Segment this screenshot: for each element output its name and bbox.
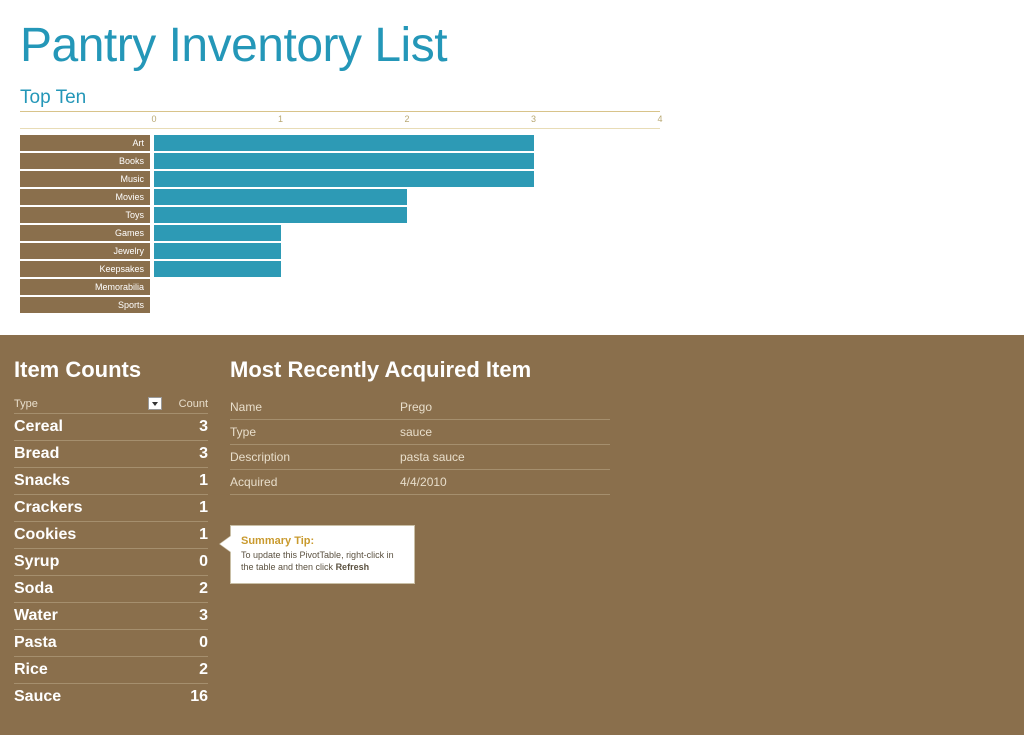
table-row: Syrup0 (14, 549, 208, 576)
axis-tick: 0 (151, 114, 156, 124)
chart-bar-label: Keepsakes (20, 261, 150, 277)
item-counts-section: Item Counts Type Count Cereal3Bread3Snac… (14, 357, 208, 710)
table-row: Bread3 (14, 441, 208, 468)
chart-bar-label: Memorabilia (20, 279, 150, 295)
detail-key: Description (230, 450, 400, 464)
chart-bar-fill (154, 243, 281, 259)
chart-bar-row: Art (20, 135, 660, 151)
chart-bar-row: Jewelry (20, 243, 660, 259)
tip-title: Summary Tip: (241, 534, 404, 549)
detail-row: Descriptionpasta sauce (230, 445, 610, 470)
item-type: Pasta (14, 634, 166, 652)
item-type: Syrup (14, 553, 166, 571)
item-count: 1 (166, 526, 208, 544)
axis-tick: 4 (657, 114, 662, 124)
col-header-count-label: Count (179, 398, 208, 410)
detail-row: Typesauce (230, 420, 610, 445)
axis-tick: 2 (404, 114, 409, 124)
chart-bar-row: Memorabilia (20, 279, 660, 295)
item-count: 1 (166, 472, 208, 490)
detail-row: Acquired4/4/2010 (230, 470, 610, 495)
chart-bar-label: Books (20, 153, 150, 169)
table-row: Rice2 (14, 657, 208, 684)
recent-item-heading: Most Recently Acquired Item (230, 357, 610, 383)
item-counts-header-row: Type Count (14, 395, 208, 414)
item-count: 0 (166, 634, 208, 652)
item-type: Crackers (14, 499, 166, 517)
item-type: Snacks (14, 472, 166, 490)
item-count: 3 (166, 607, 208, 625)
item-count: 3 (166, 445, 208, 463)
chart-axis: 0 1 2 3 4 (20, 114, 660, 129)
table-row: Crackers1 (14, 495, 208, 522)
table-row: Water3 (14, 603, 208, 630)
chart-bar-label: Games (20, 225, 150, 241)
chart-bar-fill (154, 207, 407, 223)
table-row: Soda2 (14, 576, 208, 603)
item-type: Cereal (14, 418, 166, 436)
chart-bar-row: Keepsakes (20, 261, 660, 277)
chart-bar-fill (154, 153, 534, 169)
chart-title: Top Ten (20, 87, 660, 112)
top-panel: Pantry Inventory List Top Ten 0 1 2 3 4 Art B… (0, 0, 1024, 335)
chart-bar-label: Movies (20, 189, 150, 205)
item-type: Soda (14, 580, 166, 598)
item-count: 16 (166, 688, 208, 706)
sort-dropdown-icon[interactable] (148, 397, 162, 410)
col-header-count: Count (166, 398, 208, 410)
chart-bar-row: Toys (20, 207, 660, 223)
chart-bar-row: Books (20, 153, 660, 169)
item-type: Rice (14, 661, 166, 679)
chart-bar-row: Movies (20, 189, 660, 205)
item-count: 3 (166, 418, 208, 436)
table-row: Sauce16 (14, 684, 208, 710)
chart-bar-fill (154, 189, 407, 205)
item-counts-heading: Item Counts (14, 357, 208, 383)
chart-bar-row: Sports (20, 297, 660, 313)
chart-bar-fill (154, 135, 534, 151)
item-count: 2 (166, 661, 208, 679)
detail-key: Type (230, 425, 400, 439)
detail-row: NamePrego (230, 395, 610, 420)
axis-tick: 1 (278, 114, 283, 124)
item-count: 2 (166, 580, 208, 598)
chart-bar-label: Music (20, 171, 150, 187)
axis-tick: 3 (531, 114, 536, 124)
detail-value: 4/4/2010 (400, 475, 610, 489)
summary-tip-callout: Summary Tip: To update this PivotTable, … (230, 525, 415, 584)
chart-bar-label: Sports (20, 297, 150, 313)
item-count: 1 (166, 499, 208, 517)
tip-refresh: Refresh (336, 562, 370, 572)
chart-bar-fill (154, 171, 534, 187)
detail-value: Prego (400, 400, 610, 414)
table-row: Pasta0 (14, 630, 208, 657)
top-ten-chart: 0 1 2 3 4 Art Books Music Movies Toys Games Jewelr… (20, 114, 660, 313)
chart-bar-fill (154, 225, 281, 241)
chart-bar-row: Music (20, 171, 660, 187)
item-type: Cookies (14, 526, 166, 544)
detail-key: Acquired (230, 475, 400, 489)
recent-item-section: Most Recently Acquired Item NamePregoTyp… (230, 357, 610, 584)
col-header-type: Type (14, 398, 166, 410)
item-type: Bread (14, 445, 166, 463)
chart-bar-fill (154, 261, 281, 277)
page-title: Pantry Inventory List (20, 18, 1024, 73)
chart-bar-label: Art (20, 135, 150, 151)
chart-bar-label: Toys (20, 207, 150, 223)
item-type: Sauce (14, 688, 166, 706)
item-type: Water (14, 607, 166, 625)
table-row: Snacks1 (14, 468, 208, 495)
tip-text: To update this PivotTable, right-click i… (241, 550, 394, 572)
detail-key: Name (230, 400, 400, 414)
chart-bar-label: Jewelry (20, 243, 150, 259)
table-row: Cookies1 (14, 522, 208, 549)
chart-bar-row: Games (20, 225, 660, 241)
detail-value: sauce (400, 425, 610, 439)
bottom-panel: Item Counts Type Count Cereal3Bread3Snac… (0, 335, 1024, 735)
detail-value: pasta sauce (400, 450, 610, 464)
item-count: 0 (166, 553, 208, 571)
table-row: Cereal3 (14, 414, 208, 441)
